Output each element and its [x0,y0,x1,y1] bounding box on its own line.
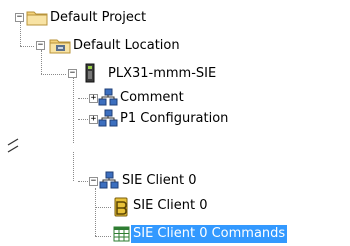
expand-toggle-location[interactable]: − [36,41,45,50]
folder-icon [26,9,48,30]
expand-toggle-p1config[interactable]: + [89,115,98,124]
location-folder-icon [49,37,71,58]
tree-connector [41,50,42,74]
expand-toggle-client[interactable]: − [89,177,98,186]
tree-node-location[interactable]: Default Location [71,37,182,55]
expand-toggle-module[interactable]: − [68,69,77,78]
expand-toggle-comment[interactable]: + [89,94,98,103]
tree-node-comment[interactable]: Comment [118,89,186,107]
tree-connector [73,152,74,181]
grid-icon [113,226,130,246]
module-icon [84,63,96,87]
tree-connector [20,22,21,46]
network-icon [99,171,119,193]
tree-node-module[interactable]: PLX31-mmm-SIE [106,65,218,83]
settings-icon [112,197,130,221]
tree-node-project[interactable]: Default Project [48,9,148,27]
tree-connector [20,46,34,47]
tree-node-client-settings[interactable]: SIE Client 0 [131,197,209,215]
project-tree: − Default Project − Default Location − P… [0,0,350,243]
tree-break-marker [6,138,20,154]
tree-connector [78,98,88,99]
tree-connector [95,236,111,237]
tree-node-client-commands[interactable]: SIE Client 0 Commands [131,225,288,243]
expand-toggle-project[interactable]: − [15,13,24,22]
tree-connector [78,119,88,120]
tree-node-p1config[interactable]: P1 Configuration [118,110,230,128]
tree-connector [73,78,74,143]
tree-connector [78,181,88,182]
tree-connector [95,188,96,236]
tree-connector [95,207,111,208]
tree-node-client[interactable]: SIE Client 0 [120,172,198,190]
network-icon [98,109,118,131]
network-icon [98,88,118,110]
tree-connector [41,74,66,75]
